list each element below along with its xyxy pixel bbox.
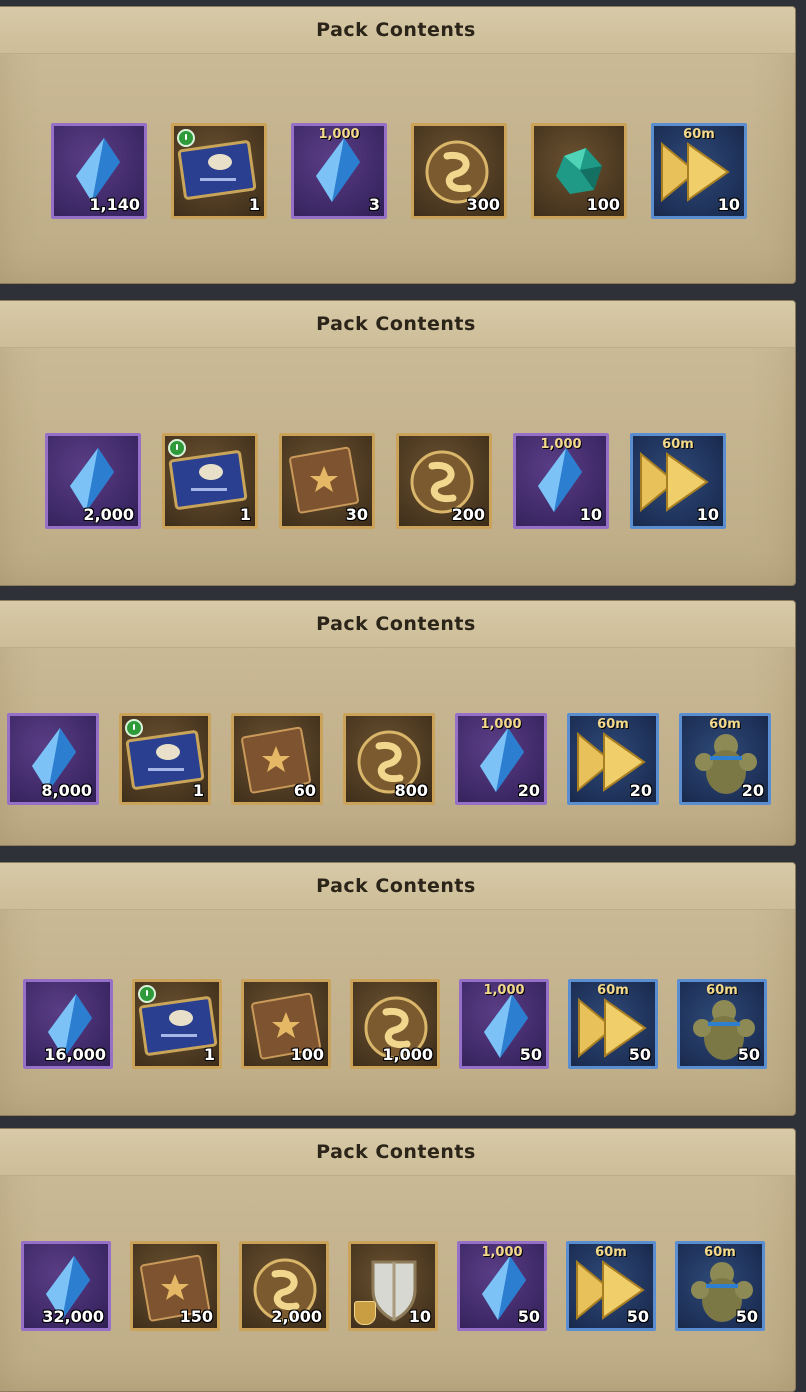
reward-item[interactable]: 60m 20 (567, 713, 659, 805)
item-duration-label: 60m (683, 127, 715, 142)
reward-item[interactable]: 1,000 (350, 979, 440, 1069)
item-quantity: 1 (239, 505, 251, 524)
reward-item[interactable]: 8,000 (7, 713, 99, 805)
reward-item[interactable]: 16,000 (23, 979, 113, 1069)
item-duration-label: 60m (709, 717, 741, 732)
item-quantity: 2,000 (271, 1307, 322, 1326)
reward-item[interactable]: 100 (241, 979, 331, 1069)
reward-item[interactable]: 800 (343, 713, 435, 805)
reward-item[interactable]: 60m 50 (566, 1241, 656, 1331)
item-quantity: 1,140 (89, 195, 140, 214)
item-duration-label: 1,000 (480, 717, 522, 732)
reward-item[interactable]: 1 (132, 979, 222, 1069)
item-quantity: 32,000 (42, 1307, 104, 1326)
item-quantity: 50 (519, 1045, 542, 1064)
reward-item[interactable]: 60m 50 (675, 1241, 765, 1331)
item-quantity: 100 (290, 1045, 324, 1064)
clock-icon (138, 985, 156, 1003)
clock-icon (168, 439, 186, 457)
item-quantity: 20 (741, 781, 764, 800)
item-quantity: 1,000 (382, 1045, 433, 1064)
item-duration-label: 1,000 (483, 983, 525, 998)
item-quantity: 50 (628, 1045, 651, 1064)
clock-icon (177, 129, 195, 147)
reward-item[interactable]: 150 (130, 1241, 220, 1331)
item-quantity: 800 (394, 781, 428, 800)
pack-contents-title: Pack Contents (0, 601, 795, 648)
pack-panel: Pack Contents 16,000 1 100 1,000 1,000 50 60m 50… (0, 862, 796, 1116)
item-duration-label: 60m (597, 983, 629, 998)
reward-item[interactable]: 1,000 50 (457, 1241, 547, 1331)
reward-item[interactable]: 1 (171, 123, 267, 219)
item-quantity: 60 (293, 781, 316, 800)
pack-panel: Pack Contents 32,000 150 2,000 10 1,000 50 60m 5… (0, 1128, 796, 1392)
item-quantity: 200 (451, 505, 485, 524)
pack-panel: Pack Contents 1,140 1 1,000 3 300 100 60m 10 (0, 6, 796, 284)
item-quantity: 150 (179, 1307, 213, 1326)
item-quantity: 1 (192, 781, 204, 800)
item-quantity: 8,000 (41, 781, 92, 800)
reward-item[interactable]: 30 (279, 433, 375, 529)
reward-item[interactable]: 2,000 (45, 433, 141, 529)
item-quantity: 300 (466, 195, 500, 214)
clock-icon (125, 719, 143, 737)
item-duration-label: 60m (595, 1245, 627, 1260)
item-duration-label: 60m (704, 1245, 736, 1260)
item-quantity: 1 (203, 1045, 215, 1064)
pack-contents-title: Pack Contents (0, 7, 795, 54)
reward-item[interactable]: 1 (162, 433, 258, 529)
item-duration-label: 60m (706, 983, 738, 998)
reward-item[interactable]: 1,000 10 (513, 433, 609, 529)
item-quantity: 50 (626, 1307, 649, 1326)
reward-item[interactable]: 300 (411, 123, 507, 219)
item-quantity: 2,000 (83, 505, 134, 524)
reward-item[interactable]: 2,000 (239, 1241, 329, 1331)
reward-item[interactable]: 60m 10 (630, 433, 726, 529)
reward-item[interactable]: 60m 50 (677, 979, 767, 1069)
item-quantity: 1 (248, 195, 260, 214)
reward-item[interactable]: 60m 20 (679, 713, 771, 805)
pack-contents-title: Pack Contents (0, 1129, 795, 1176)
reward-item[interactable]: 200 (396, 433, 492, 529)
reward-item[interactable]: 1,000 50 (459, 979, 549, 1069)
pack-panel: Pack Contents 8,000 1 60 800 1,000 20 60m 20 60m 2… (0, 600, 796, 846)
reward-item[interactable]: 1,000 3 (291, 123, 387, 219)
reward-item[interactable]: 1 (119, 713, 211, 805)
reward-item[interactable]: 32,000 (21, 1241, 111, 1331)
reward-item[interactable]: 1,140 (51, 123, 147, 219)
item-quantity: 50 (517, 1307, 540, 1326)
item-duration-label: 60m (662, 437, 694, 452)
item-quantity: 10 (408, 1307, 431, 1326)
pack-contents-title: Pack Contents (0, 863, 795, 910)
item-duration-label: 1,000 (318, 127, 360, 142)
reward-item[interactable]: 60m 50 (568, 979, 658, 1069)
pack-panel: Pack Contents 2,000 1 30 200 1,000 10 60m 10 (0, 300, 796, 586)
reward-item[interactable]: 10 (348, 1241, 438, 1331)
reward-item[interactable]: 60 (231, 713, 323, 805)
item-quantity: 3 (368, 195, 380, 214)
item-quantity: 10 (579, 505, 602, 524)
item-quantity: 10 (717, 195, 740, 214)
item-quantity: 50 (735, 1307, 758, 1326)
item-quantity: 100 (586, 195, 620, 214)
reward-item[interactable]: 1,000 20 (455, 713, 547, 805)
item-quantity: 10 (696, 505, 719, 524)
reward-item[interactable]: 100 (531, 123, 627, 219)
shield-badge-icon (354, 1301, 376, 1325)
item-duration-label: 60m (597, 717, 629, 732)
item-quantity: 16,000 (44, 1045, 106, 1064)
item-duration-label: 1,000 (481, 1245, 523, 1260)
reward-item[interactable]: 60m 10 (651, 123, 747, 219)
item-quantity: 20 (629, 781, 652, 800)
item-duration-label: 1,000 (540, 437, 582, 452)
item-quantity: 30 (345, 505, 368, 524)
item-quantity: 50 (737, 1045, 760, 1064)
item-quantity: 20 (517, 781, 540, 800)
pack-contents-title: Pack Contents (0, 301, 795, 348)
